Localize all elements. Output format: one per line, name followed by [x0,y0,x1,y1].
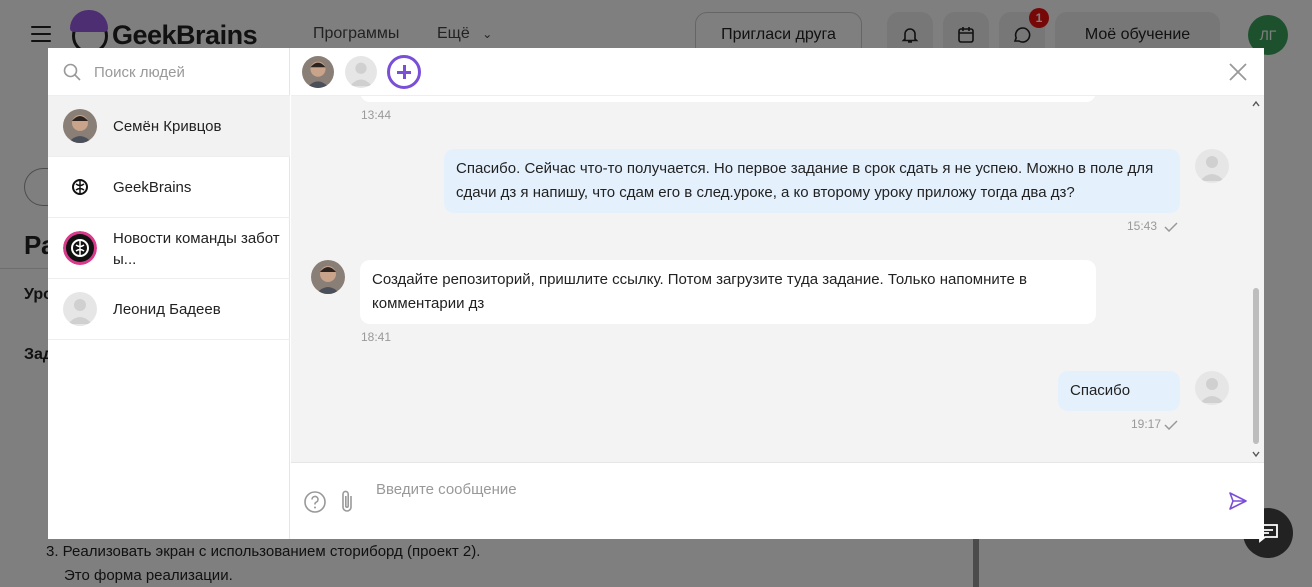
contact-item[interactable]: GeekBrains [48,157,290,218]
search-input[interactable] [94,60,274,84]
message-bubble-incoming [360,96,1096,102]
messenger-modal: Семён Кривцов GeekBrains Новости команды… [48,48,1264,539]
search-icon [63,63,81,81]
avatar [63,109,97,143]
avatar[interactable] [302,56,334,88]
message-bubble-incoming: Создайте репозиторий, пришлите ссылку. П… [360,260,1096,324]
contacts-panel: Семён Кривцов GeekBrains Новости команды… [48,48,290,539]
contact-name: Леонид Бадеев [113,301,221,318]
scrollbar-thumb[interactable] [1253,288,1259,444]
avatar-placeholder [1195,149,1229,183]
read-check-icon [1164,420,1178,430]
chevron-up-icon[interactable] [1252,100,1260,108]
chevron-down-icon[interactable] [1252,450,1260,458]
chat-header [291,48,1264,96]
close-icon[interactable] [1228,62,1248,82]
people-search [48,48,290,96]
chat-panel: 13:44 Спасибо. Сейчас что-то получается.… [291,48,1264,539]
message-time: 18:41 [361,330,392,344]
contact-item[interactable]: Семён Кривцов [48,96,290,157]
avatar-placeholder[interactable] [345,56,377,88]
geekbrains-logo-icon [63,170,97,204]
contact-name: Новости команды забот ы... [113,229,280,268]
add-participant-button[interactable] [387,55,421,89]
contact-item[interactable]: Новости команды забот ы... [48,218,290,279]
contact-name: GeekBrains [113,179,192,196]
message-time: 15:43 [1127,219,1158,233]
message-time: 19:17 [1131,417,1162,431]
avatar [311,260,345,294]
message-bubble-outgoing: Спасибо. Сейчас что-то получается. Но пе… [444,149,1180,213]
send-icon[interactable] [1228,491,1248,511]
geekbrains-news-icon [63,231,97,265]
avatar-placeholder [1195,371,1229,405]
help-icon[interactable] [304,491,326,513]
message-input[interactable] [376,481,1196,521]
contact-name: Семён Кривцов [113,118,222,135]
read-check-icon [1164,222,1178,232]
paperclip-icon[interactable] [336,489,358,515]
avatar-placeholder [63,292,97,326]
message-composer [291,462,1264,539]
messages-list: 13:44 Спасибо. Сейчас что-то получается.… [291,96,1264,462]
message-bubble-outgoing: Спасибо [1058,371,1180,411]
contact-item[interactable]: Леонид Бадеев [48,279,290,340]
message-time: 13:44 [361,108,392,122]
